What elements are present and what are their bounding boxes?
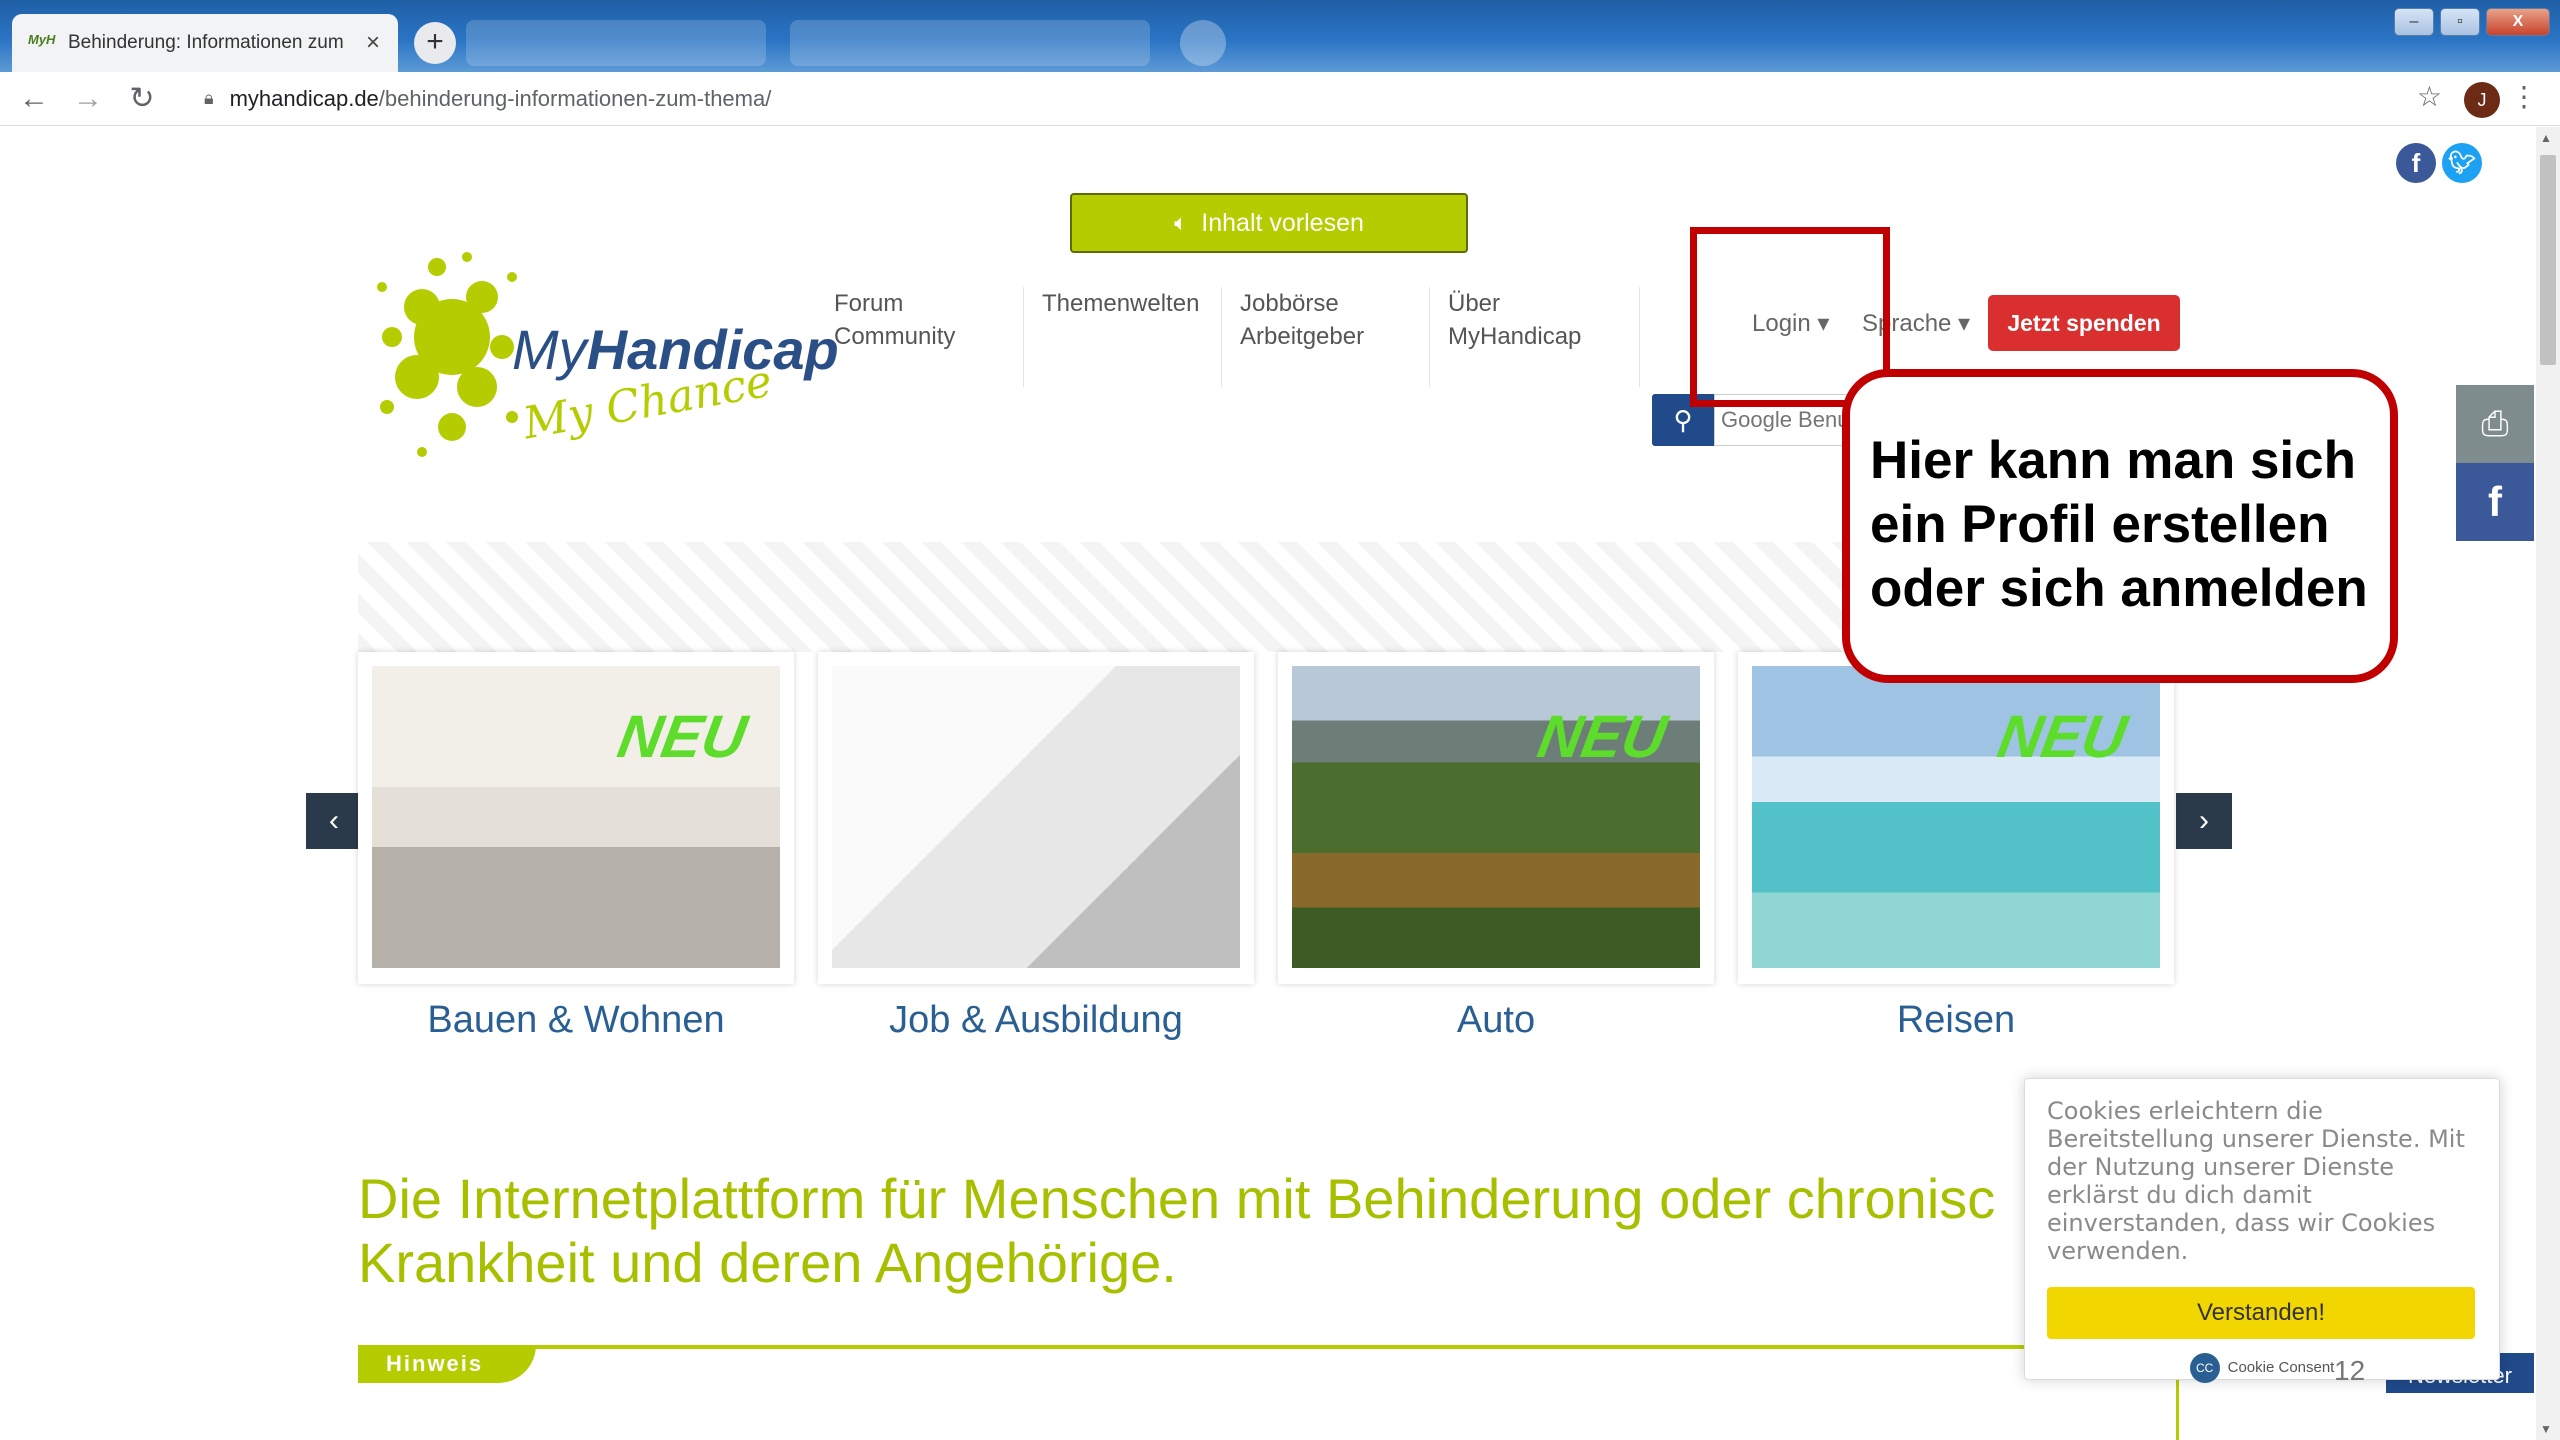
url-host: myhandicap.de — [229, 85, 379, 111]
facebook-share-icon[interactable]: f — [2456, 463, 2534, 541]
site-logo[interactable]: MyHandicap My Chance — [362, 227, 839, 467]
minimize-button[interactable]: – — [2394, 8, 2434, 36]
cookie-consent-link[interactable]: CC Cookie Consent — [2047, 1353, 2477, 1383]
card-image: NEU — [1292, 666, 1700, 968]
nav-label: Community — [834, 323, 956, 350]
card-image: NEU — [1752, 666, 2160, 968]
page-viewport: f 🐦︎ 🔈︎ Inhalt vorlesen MyHandicap My Ch… — [0, 127, 2536, 1440]
facebook-icon[interactable]: f — [2396, 143, 2436, 183]
nav-item-forum[interactable]: Forum Community — [816, 287, 1024, 387]
print-icon[interactable]: ⎙ — [2456, 385, 2534, 463]
carousel-next-button[interactable]: › — [2176, 793, 2232, 849]
new-tab-button[interactable]: + — [414, 22, 456, 64]
card-image — [832, 666, 1240, 968]
donate-button[interactable]: Jetzt spenden — [1988, 295, 2180, 351]
read-aloud-label: Inhalt vorlesen — [1201, 208, 1364, 237]
nav-label: Arbeitgeber — [1240, 323, 1365, 350]
main-navigation: Forum Community Themenwelten Jobbörse Ar… — [816, 287, 1640, 387]
headline-line: Krankheit und deren Angehörige. — [358, 1231, 1177, 1294]
forward-arrow-icon[interactable]: → — [68, 79, 108, 119]
hinweis-divider — [358, 1345, 2178, 1349]
card-image: NEU — [372, 666, 780, 968]
scroll-down-icon[interactable]: ▼ — [2540, 1422, 2552, 1436]
browser-titlebar: MyH Behinderung: Informationen zum × + –… — [0, 0, 2560, 72]
new-badge: NEU — [1533, 703, 1672, 770]
card-label[interactable]: Auto — [1278, 999, 1714, 1042]
bookmark-star-icon[interactable]: ☆ — [2417, 80, 2442, 113]
scroll-up-icon[interactable]: ▲ — [2540, 131, 2552, 145]
new-badge: NEU — [1993, 703, 2132, 770]
logo-splash-icon — [377, 252, 518, 457]
page-headline: Die Internetplattform für Menschen mit B… — [358, 1167, 2018, 1295]
headline-line: Die Internetplattform für Menschen mit B… — [358, 1167, 1996, 1230]
close-window-button[interactable]: X — [2486, 8, 2550, 36]
nav-item-ueber[interactable]: Über MyHandicap — [1430, 287, 1640, 387]
nav-label: Über — [1448, 290, 1501, 317]
nav-item-jobboerse[interactable]: Jobbörse Arbeitgeber — [1222, 287, 1430, 387]
card-label[interactable]: Reisen — [1738, 999, 2174, 1042]
logo-title-prefix: My — [512, 318, 587, 381]
carousel-card-auto[interactable]: NEU — [1278, 652, 1714, 984]
tab-close-icon[interactable]: × — [366, 29, 380, 57]
caret-down-icon: ▾ — [1951, 310, 1971, 337]
tab-action-icon[interactable] — [1180, 20, 1226, 66]
favicon-icon: MyH — [28, 32, 56, 47]
carousel-card-bauen-wohnen[interactable]: NEU — [358, 652, 794, 984]
nav-label: Forum — [834, 290, 904, 317]
carousel-card-job-ausbildung[interactable] — [818, 652, 1254, 984]
page-scrollbar[interactable]: ▲ ▼ — [2536, 127, 2560, 1440]
cookie-banner: Cookies erleichtern die Bereitstellung u… — [2024, 1078, 2500, 1383]
nav-label: Themenwelten — [1042, 290, 1200, 317]
carousel-card-reisen[interactable]: NEU — [1738, 652, 2174, 984]
window-controls: – ▫ X — [2394, 8, 2550, 36]
back-arrow-icon[interactable]: ← — [14, 79, 54, 119]
cookie-accept-button[interactable]: Verstanden! — [2047, 1287, 2475, 1339]
cookie-text: Cookies erleichtern die Bereitstellung u… — [2047, 1097, 2465, 1265]
card-label[interactable]: Bauen & Wohnen — [358, 999, 794, 1042]
browser-menu-icon[interactable]: ⋮ — [2510, 80, 2538, 113]
browser-toolbar: ← → ↻ 🔒︎ myhandicap.de/behinderung-infor… — [0, 72, 2560, 126]
address-bar[interactable]: myhandicap.de/behinderung-informationen-… — [230, 86, 772, 112]
browser-tab-inactive[interactable] — [466, 20, 766, 66]
scroll-thumb[interactable] — [2540, 155, 2556, 365]
hinweis-tab: Hinweis — [358, 1345, 536, 1383]
url-path: /behinderung-informationen-zum-thema/ — [378, 85, 772, 111]
browser-tab-active[interactable]: MyH Behinderung: Informationen zum × — [12, 14, 398, 72]
read-aloud-button[interactable]: 🔈︎ Inhalt vorlesen — [1070, 193, 1468, 253]
nav-label: MyHandicap — [1448, 323, 1582, 350]
social-links: f 🐦︎ — [2396, 143, 2482, 183]
cookie-consent-icon: CC — [2189, 1353, 2220, 1383]
lock-icon[interactable]: 🔒︎ — [204, 88, 214, 109]
speaker-document-icon: 🔈︎ — [1174, 210, 1188, 235]
cookie-footer-label: Cookie Consent — [2227, 1358, 2335, 1376]
card-label[interactable]: Job & Ausbildung — [818, 999, 1254, 1042]
slide-page-number: 12 — [2334, 1355, 2366, 1386]
carousel-prev-button[interactable]: ‹ — [306, 793, 362, 849]
nav-label: Jobbörse — [1240, 290, 1339, 317]
browser-tab-inactive[interactable] — [790, 20, 1150, 66]
maximize-button[interactable]: ▫ — [2440, 8, 2480, 36]
profile-avatar[interactable]: J — [2464, 82, 2500, 118]
new-badge: NEU — [613, 703, 752, 770]
twitter-icon[interactable]: 🐦︎ — [2442, 143, 2482, 183]
reload-icon[interactable]: ↻ — [122, 79, 162, 119]
annotation-callout: Hier kann man sich ein Profil erstellen … — [1842, 369, 2398, 683]
tab-title: Behinderung: Informationen zum — [68, 32, 344, 53]
nav-item-themenwelten[interactable]: Themenwelten — [1024, 287, 1222, 387]
